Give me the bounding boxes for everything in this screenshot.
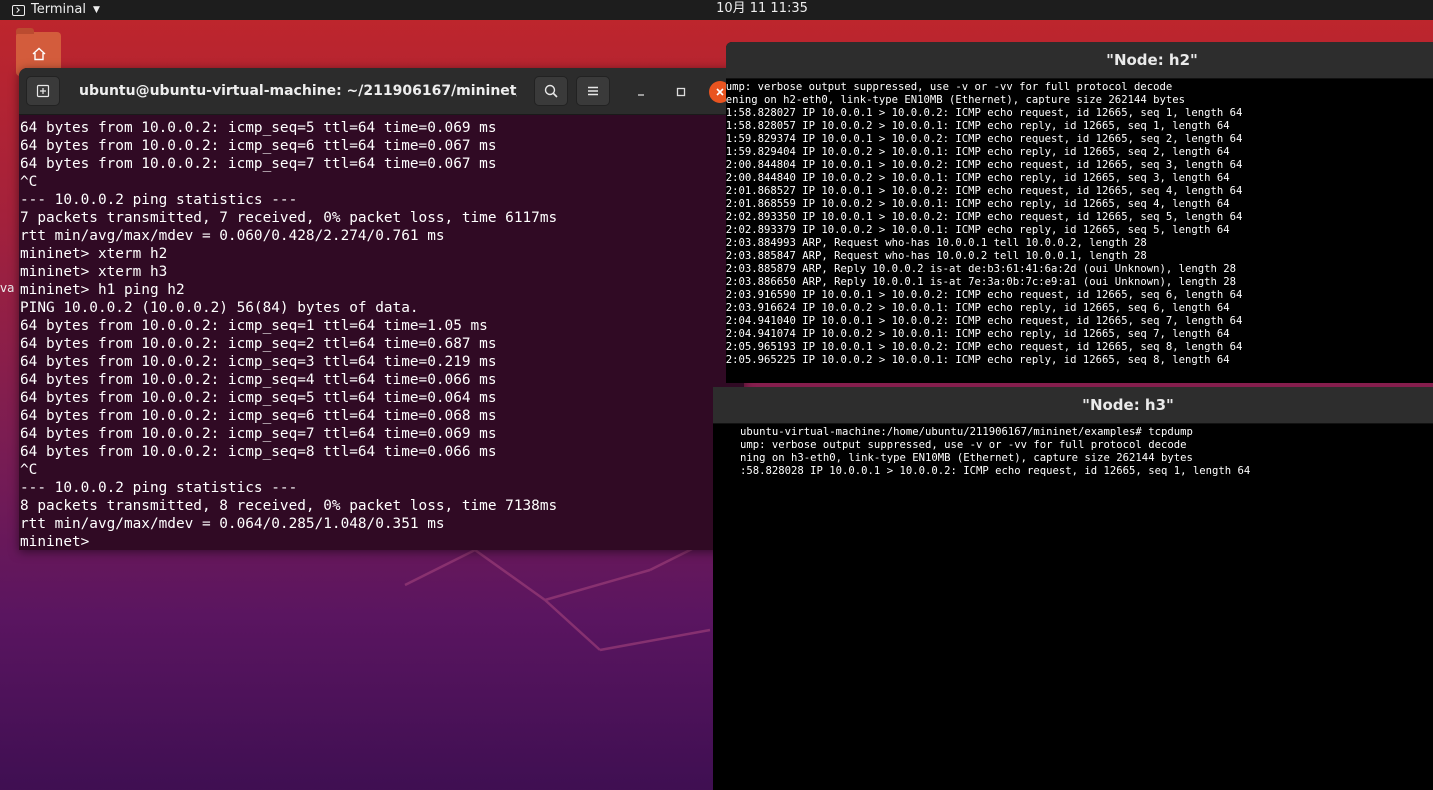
- terminal-line: ^C: [20, 174, 38, 190]
- terminal-line: 64 bytes from 10.0.0.2: icmp_seq=7 ttl=6…: [20, 156, 497, 172]
- minimize-icon: [638, 94, 644, 96]
- terminal-line: stening on h2-eth0, link-type EN10MB (Et…: [726, 94, 1185, 106]
- terminal-line: 64 bytes from 10.0.0.2: icmp_seq=2 ttl=6…: [20, 336, 497, 352]
- terminal-line: :32:03.885879 ARP, Reply 10.0.0.2 is-at …: [726, 263, 1236, 275]
- terminal-output[interactable]: 64 bytes from 10.0.0.2: icmp_seq=5 ttl=6…: [20, 119, 735, 550]
- terminal-line: rtt min/avg/max/mdev = 0.064/0.285/1.048…: [20, 516, 445, 532]
- terminal-line: 64 bytes from 10.0.0.2: icmp_seq=6 ttl=6…: [20, 408, 497, 424]
- terminal-line: 8 packets transmitted, 8 received, 0% pa…: [20, 498, 558, 514]
- terminal-line: :32:01.868559 IP 10.0.0.2 > 10.0.0.1: IC…: [726, 198, 1230, 210]
- terminal-line: 64 bytes from 10.0.0.2: icmp_seq=7 ttl=6…: [20, 426, 497, 442]
- hamburger-menu-button[interactable]: [576, 76, 610, 106]
- terminal-line: PING 10.0.0.2 (10.0.0.2) 56(84) bytes of…: [20, 300, 419, 316]
- maximize-button[interactable]: [670, 81, 692, 103]
- terminal-line: :32:02.893350 IP 10.0.0.1 > 10.0.0.2: IC…: [726, 211, 1243, 223]
- terminal-line: 64 bytes from 10.0.0.2: icmp_seq=3 ttl=6…: [20, 354, 497, 370]
- search-icon: [544, 84, 558, 98]
- xterm-h2-output[interactable]: pdump: verbose output suppressed, use -v…: [726, 81, 1420, 367]
- new-tab-icon: [36, 84, 50, 98]
- terminal-line: mininet> xterm h3: [20, 264, 168, 280]
- terminal-line: mininet>: [20, 534, 98, 550]
- terminal-line: :32:04.941040 IP 10.0.0.1 > 10.0.0.2: IC…: [726, 315, 1243, 327]
- terminal-line: mininet> h1 ping h2: [20, 282, 185, 298]
- terminal-line: ^C: [20, 462, 38, 478]
- terminal-line: :31:58.828027 IP 10.0.0.1 > 10.0.0.2: IC…: [726, 107, 1243, 119]
- terminal-line: ubuntu-virtual-machine:/home/ubuntu/2119…: [740, 426, 1193, 438]
- xterm-h2-window[interactable]: "Node: h2" pdump: verbose output suppres…: [726, 42, 1433, 383]
- terminal-line: 64 bytes from 10.0.0.2: icmp_seq=8 ttl=6…: [20, 444, 497, 460]
- terminal-headerbar[interactable]: ubuntu@ubuntu-virtual-machine: ~/2119061…: [19, 68, 744, 115]
- terminal-line: :32:00.844840 IP 10.0.0.2 > 10.0.0.1: IC…: [726, 172, 1230, 184]
- desktop-label-fragment: va: [0, 281, 15, 295]
- terminal-line: 64 bytes from 10.0.0.2: icmp_seq=5 ttl=6…: [20, 390, 497, 406]
- terminal-line: 64 bytes from 10.0.0.2: icmp_seq=5 ttl=6…: [20, 120, 497, 136]
- xterm-h3-title[interactable]: "Node: h3": [713, 387, 1433, 424]
- close-icon: [716, 88, 724, 96]
- terminal-line: mininet> xterm h2: [20, 246, 168, 262]
- terminal-line: :32:02.893379 IP 10.0.0.2 > 10.0.0.1: IC…: [726, 224, 1230, 236]
- terminal-line: ning on h3-eth0, link-type EN10MB (Ether…: [740, 452, 1193, 464]
- terminal-line: :58.828028 IP 10.0.0.1 > 10.0.0.2: ICMP …: [740, 465, 1251, 477]
- xterm-h2-title[interactable]: "Node: h2": [726, 42, 1433, 79]
- xterm-h3-window[interactable]: "Node: h3" ubuntu-virtual-machine:/home/…: [713, 387, 1433, 790]
- terminal-line: :31:59.829404 IP 10.0.0.2 > 10.0.0.1: IC…: [726, 146, 1230, 158]
- wallpaper-pattern: [404, 540, 711, 652]
- terminal-line: :32:03.884993 ARP, Request who-has 10.0.…: [726, 237, 1147, 249]
- terminal-line: rtt min/avg/max/mdev = 0.060/0.428/2.274…: [20, 228, 445, 244]
- terminal-line: :32:00.844804 IP 10.0.0.1 > 10.0.0.2: IC…: [726, 159, 1243, 171]
- home-icon: [32, 47, 45, 61]
- terminal-line: 64 bytes from 10.0.0.2: icmp_seq=1 ttl=6…: [20, 318, 488, 334]
- minimize-button[interactable]: [630, 81, 652, 103]
- terminal-line: :32:03.916624 IP 10.0.0.2 > 10.0.0.1: IC…: [726, 302, 1230, 314]
- terminal-line: ump: verbose output suppressed, use -v o…: [740, 439, 1187, 451]
- hamburger-icon: [588, 86, 598, 96]
- terminal-window[interactable]: ubuntu@ubuntu-virtual-machine: ~/2119061…: [19, 68, 744, 550]
- terminal-line: :32:05.965225 IP 10.0.0.2 > 10.0.0.1: IC…: [726, 354, 1230, 366]
- clock[interactable]: 10月 11 11:35: [0, 0, 1433, 20]
- search-button[interactable]: [534, 76, 568, 106]
- terminal-line: 7 packets transmitted, 7 received, 0% pa…: [20, 210, 558, 226]
- terminal-line: :32:03.916590 IP 10.0.0.1 > 10.0.0.2: IC…: [726, 289, 1243, 301]
- terminal-line: :32:01.868527 IP 10.0.0.1 > 10.0.0.2: IC…: [726, 185, 1243, 197]
- terminal-line: --- 10.0.0.2 ping statistics ---: [20, 480, 298, 496]
- xterm-h3-output[interactable]: ubuntu-virtual-machine:/home/ubuntu/2119…: [740, 426, 1433, 478]
- terminal-line: :31:59.829374 IP 10.0.0.1 > 10.0.0.2: IC…: [726, 133, 1243, 145]
- terminal-line: :32:05.965193 IP 10.0.0.1 > 10.0.0.2: IC…: [726, 341, 1243, 353]
- window-title: ubuntu@ubuntu-virtual-machine: ~/2119061…: [79, 83, 517, 99]
- terminal-line: 64 bytes from 10.0.0.2: icmp_seq=6 ttl=6…: [20, 138, 497, 154]
- terminal-line: 64 bytes from 10.0.0.2: icmp_seq=4 ttl=6…: [20, 372, 497, 388]
- terminal-line: :32:03.886650 ARP, Reply 10.0.0.1 is-at …: [726, 276, 1236, 288]
- terminal-line: --- 10.0.0.2 ping statistics ---: [20, 192, 298, 208]
- terminal-line: :31:58.828057 IP 10.0.0.2 > 10.0.0.1: IC…: [726, 120, 1230, 132]
- new-tab-button[interactable]: [26, 76, 60, 106]
- terminal-line: :32:04.941074 IP 10.0.0.2 > 10.0.0.1: IC…: [726, 328, 1230, 340]
- terminal-line: :32:03.885847 ARP, Request who-has 10.0.…: [726, 250, 1147, 262]
- maximize-icon: [676, 87, 686, 97]
- terminal-line: pdump: verbose output suppressed, use -v…: [726, 81, 1173, 93]
- top-bar: Terminal ▼ 10月 11 11:35: [0, 0, 1433, 20]
